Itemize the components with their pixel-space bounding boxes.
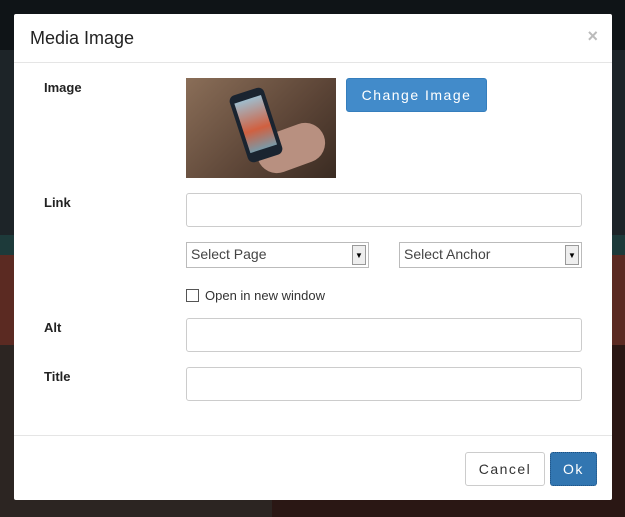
title-input[interactable] [186,367,582,401]
close-icon[interactable]: × [587,26,598,47]
ok-button[interactable]: Ok [550,452,597,486]
cancel-button[interactable]: Cancel [465,452,545,486]
title-label: Title [44,369,71,384]
dialog-header: Media Image × [14,14,612,63]
dialog-title: Media Image [30,28,135,48]
select-anchor-dropdown[interactable]: Select Anchor ▼ [399,242,582,268]
image-label: Image [44,80,82,95]
image-preview [186,78,336,178]
select-page-dropdown[interactable]: Select Page ▼ [186,242,369,268]
phone-shape [228,86,284,164]
alt-label: Alt [44,320,62,335]
open-new-window-label: Open in new window [205,288,325,303]
open-new-window-checkbox[interactable] [186,289,199,302]
change-image-button[interactable]: Change Image [346,78,487,112]
chevron-down-icon: ▼ [352,245,366,265]
select-anchor-value: Select Anchor [404,246,491,262]
open-new-window-option[interactable]: Open in new window [186,288,325,303]
select-page-value: Select Page [191,246,267,262]
media-image-dialog: Media Image × Image Change Image Link Se… [14,14,612,500]
link-label: Link [44,195,71,210]
phone-screen [234,94,278,154]
link-input[interactable] [186,193,582,227]
chevron-down-icon: ▼ [565,245,579,265]
alt-input[interactable] [186,318,582,352]
